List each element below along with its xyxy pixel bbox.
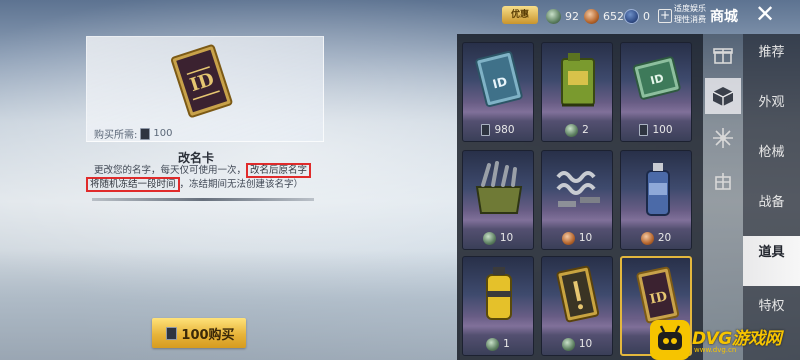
- flower-icon[interactable]: [705, 120, 741, 156]
- rename-card-icon: ID: [636, 266, 680, 324]
- tab-gear[interactable]: 战备: [743, 192, 800, 230]
- green-coin-icon: [486, 337, 500, 351]
- ticket-icon: [639, 124, 649, 136]
- currency-green-value: 92: [565, 9, 579, 23]
- item-cell-tool-crate[interactable]: 10: [462, 150, 534, 250]
- tab-label: 推荐: [758, 45, 785, 60]
- item-cell-warning-card[interactable]: 10: [541, 256, 613, 356]
- tab-label: 枪械: [758, 145, 785, 160]
- green-coin-icon: [482, 231, 496, 245]
- jerrycan-icon: [561, 53, 595, 107]
- buy-button[interactable]: 100购买: [152, 318, 246, 348]
- desc-text-2: ，冻结期间无法创建该名字）: [179, 179, 304, 190]
- watermark-sub: www.dvg.cn: [694, 346, 737, 354]
- currency-coupon: 0: [624, 7, 650, 25]
- spring-parts-icon: [556, 171, 600, 207]
- watermark: DVG游戏网 www.dvg.cn: [650, 320, 800, 360]
- vip-badge[interactable]: 优惠: [502, 6, 538, 24]
- tab-recommend[interactable]: 推荐: [743, 42, 800, 80]
- price-value: 100: [153, 128, 173, 139]
- ticket-icon: [140, 127, 151, 140]
- id-card-blue-icon: ID: [475, 50, 523, 108]
- currency-bronze-value: 652: [603, 9, 624, 23]
- tab-label: 道具: [758, 245, 785, 260]
- tool-crate-icon: [475, 161, 523, 214]
- currency-green: 92: [546, 7, 579, 25]
- desc-text-1: 更改您的名字，每天仅可使用一次，: [94, 165, 247, 176]
- close-button[interactable]: ✕: [752, 2, 778, 28]
- ticket-icon: [166, 326, 178, 340]
- spray-can-icon: [646, 163, 670, 216]
- gift-icon[interactable]: [705, 36, 741, 72]
- bronze-coin-icon: [584, 8, 599, 24]
- blue-coupon-icon: [624, 8, 639, 24]
- rename-card-icon: ID: [170, 44, 233, 118]
- item-price: 100: [652, 124, 673, 136]
- item-price: 1: [503, 338, 510, 350]
- bronze-coin-icon: [640, 231, 654, 245]
- yellow-canister-icon: [486, 267, 512, 320]
- currency-coupon-value: 0: [643, 9, 650, 23]
- watermark-logo: [650, 320, 690, 360]
- tab-appearance[interactable]: 外观: [743, 92, 800, 130]
- item-cell-yellow-canister[interactable]: 1: [462, 256, 534, 356]
- item-cell-id-card-green[interactable]: ID 100: [620, 42, 692, 142]
- tab-weapons[interactable]: 枪械: [743, 142, 800, 180]
- item-price: 10: [578, 232, 593, 244]
- warning-card-icon: [556, 265, 600, 323]
- gift-box-icon[interactable]: [705, 162, 741, 198]
- currency-bronze: 652: [584, 7, 624, 25]
- item-cell-id-card-blue[interactable]: ID 980: [462, 42, 534, 142]
- tab-label: 特权: [758, 299, 785, 314]
- box-icon[interactable]: [705, 78, 741, 114]
- desc-highlight-1: 改名后原名字: [246, 163, 312, 178]
- entertainment-line-2: 理性消费: [674, 15, 706, 24]
- price-prefix: 购买所需:: [94, 130, 138, 141]
- price-requirement: 购买所需: 100: [94, 126, 172, 141]
- entertainment-line-1: 适度娱乐: [674, 4, 706, 13]
- id-card-green-icon: ID: [632, 56, 681, 100]
- item-price: 980: [494, 124, 515, 136]
- divider: [92, 198, 314, 201]
- desc-highlight-2: 将随机冻结一段时间: [86, 177, 180, 192]
- ticket-icon: [481, 124, 491, 136]
- item-price: 2: [582, 124, 589, 136]
- item-price: 10: [499, 232, 514, 244]
- shop-title: 商城: [710, 9, 738, 25]
- entertainment-notice: 适度娱乐 理性消费: [674, 3, 712, 25]
- item-price: 20: [657, 232, 672, 244]
- tab-items[interactable]: 道具: [743, 236, 800, 286]
- green-coin-icon: [546, 8, 561, 24]
- bronze-coin-icon: [561, 231, 575, 245]
- item-cell-spring-parts[interactable]: 10: [541, 150, 613, 250]
- item-cell-green-jerrycan[interactable]: 2: [541, 42, 613, 142]
- buy-label: 100购买: [181, 327, 235, 343]
- add-currency-button[interactable]: +: [658, 9, 672, 23]
- item-cell-spray-can[interactable]: 20: [620, 150, 692, 250]
- green-coin-icon: [565, 123, 579, 137]
- item-price: 10: [578, 338, 593, 350]
- green-coin-icon: [561, 337, 575, 351]
- tab-label: 外观: [758, 95, 785, 110]
- tab-label: 战备: [758, 195, 785, 210]
